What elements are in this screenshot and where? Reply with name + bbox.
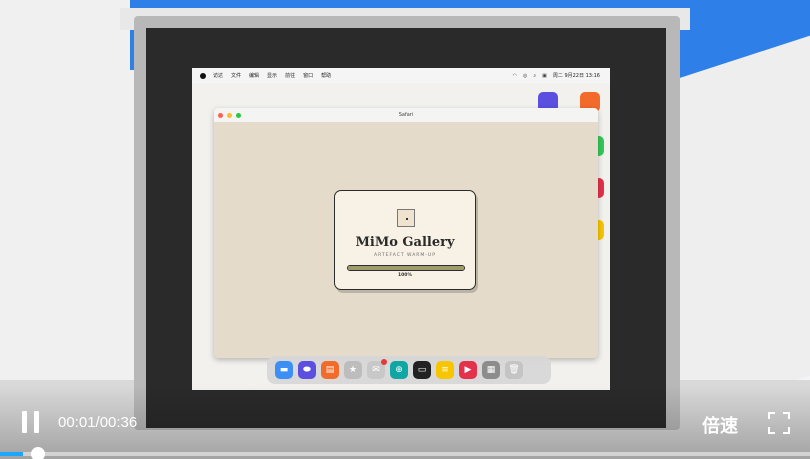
playback-speed-button[interactable]: 倍速: [702, 412, 738, 438]
mail-badge: [381, 359, 387, 365]
gallery-subtitle: ARTEFACT WARM-UP: [374, 253, 436, 258]
apps-grid-icon[interactable]: ▦: [482, 361, 500, 379]
slides-icon[interactable]: ▤: [321, 361, 339, 379]
playback-progress-track[interactable]: [0, 447, 810, 459]
menu-item-window[interactable]: 窗口: [303, 72, 313, 79]
loading-progress-bar: [347, 265, 465, 271]
notification-icon[interactable]: ▣: [542, 73, 547, 79]
menu-item-go[interactable]: 前往: [285, 72, 295, 79]
terminal-icon[interactable]: ▭: [413, 361, 431, 379]
search-icon[interactable]: ⌕: [533, 73, 536, 79]
gallery-title: MiMo Gallery: [355, 235, 455, 250]
wifi-icon[interactable]: ◠: [513, 73, 517, 79]
menu-item-view[interactable]: 显示: [267, 72, 277, 79]
window-title: Safari: [398, 112, 414, 118]
mail-icon[interactable]: ✉: [367, 359, 387, 379]
loading-percent: 100%: [398, 273, 412, 278]
menu-bar-clock[interactable]: 周二 9月22日 13:16: [553, 72, 600, 79]
safari-window: Safari MiMo Gallery ARTEFACT WARM-UP 100…: [214, 108, 598, 358]
pause-bar-left: [22, 411, 27, 433]
window-titlebar[interactable]: Safari: [214, 108, 598, 122]
monitor-screen: 访达 文件 编辑 显示 前往 窗口 帮助 ◠ ◎ ⌕ ▣ 周二 9月22日 13…: [192, 68, 610, 390]
video-player[interactable]: 访达 文件 编辑 显示 前往 窗口 帮助 ◠ ◎ ⌕ ▣ 周二 9月22日 13…: [0, 0, 810, 459]
menu-bar-status: ◠ ◎ ⌕ ▣ 周二 9月22日 13:16: [513, 72, 600, 80]
playback-progress-fill: [0, 452, 23, 456]
menu-item-file[interactable]: 文件: [231, 72, 241, 79]
menu-item-help[interactable]: 帮助: [321, 72, 331, 79]
loading-card: MiMo Gallery ARTEFACT WARM-UP 100%: [334, 190, 476, 290]
loading-progress-fill: [348, 266, 464, 270]
controller-icon[interactable]: ⬬: [298, 361, 316, 379]
folder-icon[interactable]: ▬: [275, 361, 293, 379]
notes-icon[interactable]: ≡: [436, 361, 454, 379]
video-icon[interactable]: ▶: [459, 361, 477, 379]
dock: ▬ ⬬ ▤ ★ ✉ ⊕ ▭ ≡ ▶ ▦ 🗑: [267, 356, 551, 384]
trash-icon[interactable]: 🗑: [505, 361, 523, 379]
pause-bar-right: [34, 411, 39, 433]
scene-wall-right: [660, 35, 810, 425]
menu-bar: 访达 文件 编辑 显示 前往 窗口 帮助 ◠ ◎ ⌕ ▣ 周二 9月22日 13…: [192, 68, 610, 83]
menu-item-edit[interactable]: 编辑: [249, 72, 259, 79]
gallery-logo-icon: [397, 209, 415, 227]
pause-button[interactable]: [22, 411, 40, 433]
playback-progress-knob[interactable]: [30, 447, 45, 459]
control-center-icon[interactable]: ◎: [523, 73, 527, 79]
system-logo-icon[interactable]: [200, 72, 206, 79]
menu-item-finder[interactable]: 访达: [213, 72, 223, 79]
fullscreen-icon[interactable]: [768, 412, 790, 434]
globe-icon[interactable]: ⊕: [390, 361, 408, 379]
star-icon[interactable]: ★: [344, 361, 362, 379]
playback-time: 00:01/00:36: [58, 414, 138, 431]
